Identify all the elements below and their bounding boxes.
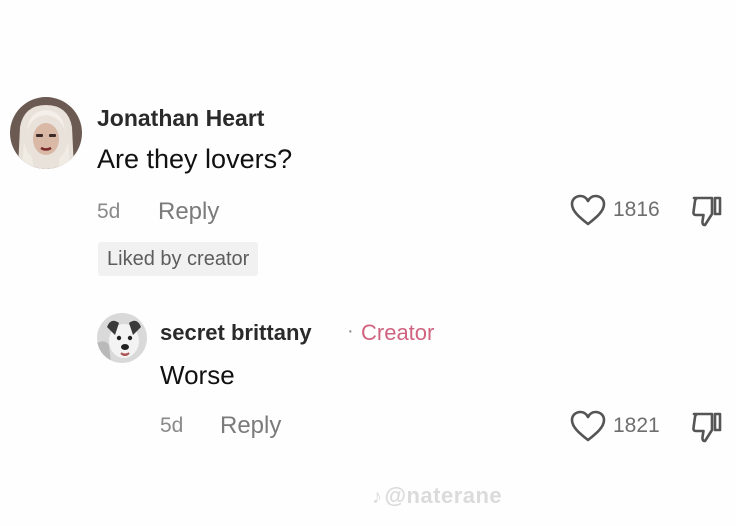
like-button[interactable]: 1816 xyxy=(569,193,660,227)
avatar-image xyxy=(10,97,82,169)
watermark: ♪@naterane xyxy=(372,483,502,509)
separator-dot: · xyxy=(347,320,354,342)
reply-reply-button[interactable]: Reply xyxy=(220,412,281,440)
comments-screen: Jonathan Heart Are they lovers? 5d Reply… xyxy=(0,0,736,526)
reply-timestamp: 5d xyxy=(160,414,184,437)
heart-outline-icon xyxy=(570,194,606,226)
comment-timestamp: 5d xyxy=(97,200,121,223)
thumbs-down-icon xyxy=(692,412,722,443)
comment-username[interactable]: Jonathan Heart xyxy=(97,105,264,132)
like-count: 1821 xyxy=(613,414,660,437)
avatar-jonathan-heart[interactable] xyxy=(10,97,82,169)
reply-text: Worse xyxy=(160,360,235,390)
heart-outline-icon xyxy=(570,410,606,442)
watermark-handle: @naterane xyxy=(384,483,503,508)
reply-username[interactable]: secret brittany xyxy=(160,320,312,346)
avatar-secret-brittany[interactable] xyxy=(97,313,147,363)
reply-button[interactable]: Reply xyxy=(158,198,219,226)
thumbs-down-icon xyxy=(692,196,722,227)
creator-tag: Creator xyxy=(361,320,435,345)
comment-text: Are they lovers? xyxy=(97,144,293,174)
like-count: 1816 xyxy=(613,198,660,221)
liked-by-creator-badge: Liked by creator xyxy=(98,242,259,276)
dislike-button[interactable] xyxy=(690,194,724,233)
reply-like-button[interactable]: 1821 xyxy=(569,409,660,443)
reply-dislike-button[interactable] xyxy=(690,410,724,449)
avatar-image xyxy=(97,313,147,363)
tiktok-logo-icon: ♪ xyxy=(372,486,383,508)
